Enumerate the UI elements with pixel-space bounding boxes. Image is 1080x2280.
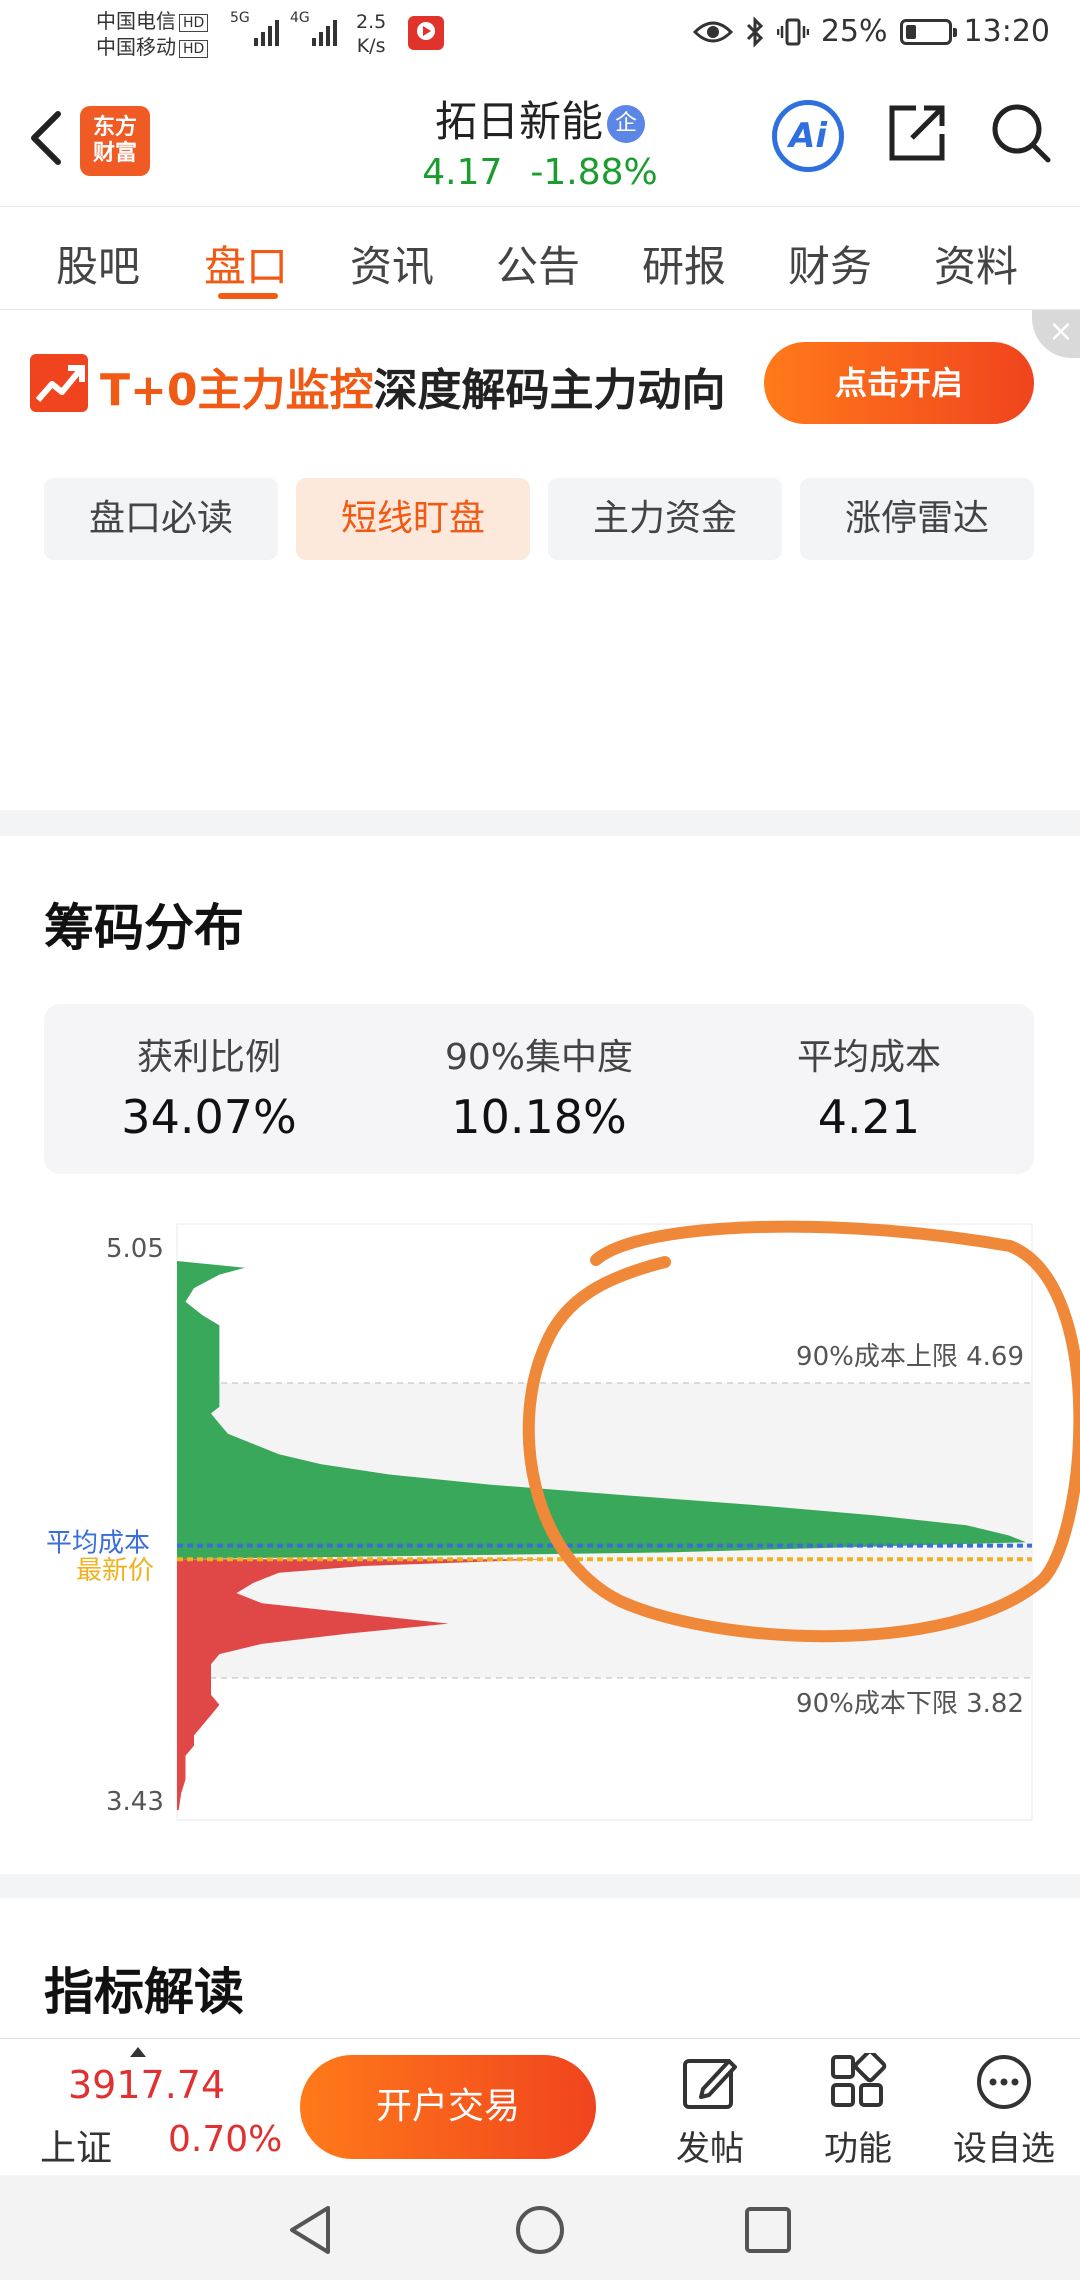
share-icon bbox=[889, 105, 945, 161]
edit-icon bbox=[683, 2059, 737, 2109]
stat-label: 平均成本 bbox=[796, 1037, 941, 1078]
section-title: 筹码分布 bbox=[44, 899, 244, 957]
tab-pankou[interactable]: 盘口 bbox=[204, 233, 288, 294]
index-change-pct[interactable]: 0.70% bbox=[168, 2119, 282, 2160]
active-tab-indicator bbox=[218, 293, 278, 299]
search-icon bbox=[992, 104, 1051, 163]
post-label: 发帖 bbox=[676, 2129, 744, 2169]
stats-card: 获利比例 34.07% 90%集中度 10.18% 平均成本 4.21 bbox=[44, 1004, 1034, 1174]
apps-icon bbox=[831, 2053, 887, 2107]
nav-back-icon[interactable] bbox=[286, 2204, 336, 2256]
clock: 13:20 bbox=[963, 14, 1050, 49]
carrier-2: 中国移动 bbox=[96, 35, 176, 59]
banner-highlight: T+0主力监控 bbox=[100, 365, 374, 416]
net-type-1: 5G bbox=[230, 10, 250, 26]
expand-up-icon[interactable] bbox=[130, 2047, 146, 2057]
network-speed: 2.5 K/s bbox=[356, 10, 386, 58]
chip-main-funds[interactable]: 主力资金 bbox=[548, 478, 782, 560]
indicator-section: 指标解读 bbox=[0, 1898, 1080, 2038]
carrier-1: 中国电信 bbox=[96, 9, 176, 33]
enterprise-badge: 企 bbox=[607, 105, 645, 143]
stat-average-cost: 平均成本 4.21 bbox=[704, 1028, 1034, 1144]
status-right: 25% 13:20 bbox=[692, 14, 1050, 49]
index-name[interactable]: 上证 bbox=[40, 2119, 112, 2171]
net-type-2: 4G bbox=[290, 10, 310, 26]
stock-price: 4.17 bbox=[422, 152, 503, 193]
functions-button[interactable]: 功能 bbox=[798, 2053, 918, 2170]
speed-value: 2.5 bbox=[356, 11, 387, 33]
chip-chart[interactable]: 5.05 3.43 90%成本上限 4.69 90%成本下限 3.82 平均成本 最新价 bbox=[0, 1216, 1080, 1856]
index-value[interactable]: 3917.74 bbox=[68, 2063, 225, 2107]
stat-value: 34.07% bbox=[121, 1090, 297, 1144]
carrier-info: 中国电信 HD 中国移动 HD bbox=[96, 8, 209, 60]
add-watchlist-button[interactable]: 设自选 bbox=[944, 2053, 1064, 2170]
nav-home-icon[interactable] bbox=[514, 2204, 566, 2256]
stat-value: 10.18% bbox=[451, 1090, 627, 1144]
eye-icon bbox=[692, 21, 733, 42]
section-title: 指标解读 bbox=[44, 1963, 244, 2021]
stat-label: 90%集中度 bbox=[444, 1037, 634, 1078]
chip-chart-svg: 5.05 3.43 90%成本上限 4.69 90%成本下限 3.82 平均成本最新价 bbox=[46, 1220, 1080, 1821]
signal-icon bbox=[254, 14, 279, 46]
stock-name: 拓日新能 bbox=[434, 97, 603, 146]
stat-label: 获利比例 bbox=[136, 1037, 281, 1078]
stock-header: 东方 财富 拓日新能企 4.17 -1.88% Ai bbox=[0, 72, 1080, 207]
tab-research[interactable]: 研报 bbox=[642, 233, 726, 294]
chip-distribution-section: 筹码分布 获利比例 34.07% 90%集中度 10.18% 平均成本 4.21… bbox=[0, 836, 1080, 1874]
y-tick-bottom: 3.43 bbox=[106, 1787, 164, 1817]
vibrate-icon bbox=[776, 18, 809, 45]
chip-limit-up-radar[interactable]: 涨停雷达 bbox=[800, 478, 1034, 560]
more-circle-icon bbox=[977, 2055, 1031, 2109]
promo-banner[interactable]: T+0主力监控深度解码主力动向 点击开启 × bbox=[0, 310, 1080, 460]
banner-subtext: 深度解码主力动向 bbox=[373, 365, 726, 416]
bluetooth-icon bbox=[746, 15, 763, 48]
tab-guba[interactable]: 股吧 bbox=[56, 233, 140, 294]
system-nav-bar bbox=[0, 2176, 1080, 2280]
average-cost-label: 平均成本 bbox=[46, 1529, 150, 1559]
y-tick-top: 5.05 bbox=[106, 1234, 164, 1264]
tab-announcements[interactable]: 公告 bbox=[496, 233, 580, 294]
stat-value: 4.21 bbox=[817, 1090, 921, 1144]
hd-badge: HD bbox=[179, 14, 209, 32]
ai-button[interactable]: Ai bbox=[772, 100, 844, 172]
lower-90-label: 90%成本下限 3.82 bbox=[796, 1689, 1024, 1719]
trend-icon bbox=[30, 354, 88, 412]
post-button[interactable]: 发帖 bbox=[650, 2053, 770, 2170]
stat-concentration: 90%集中度 10.18% bbox=[374, 1028, 704, 1144]
battery-icon bbox=[899, 18, 957, 45]
enable-button[interactable]: 点击开启 bbox=[764, 342, 1034, 424]
battery-percent: 25% bbox=[820, 14, 888, 49]
watchlist-label: 设自选 bbox=[953, 2129, 1055, 2169]
bottom-bar: 3917.74 上证 0.70% 开户交易 发帖 功能 设自选 bbox=[0, 2038, 1080, 2175]
stat-profit-ratio: 获利比例 34.07% bbox=[44, 1028, 374, 1144]
share-button[interactable] bbox=[886, 102, 948, 164]
stock-change-pct: -1.88% bbox=[530, 152, 658, 193]
open-account-button[interactable]: 开户交易 bbox=[300, 2055, 596, 2159]
signal-icon bbox=[312, 14, 337, 46]
chip-must-read[interactable]: 盘口必读 bbox=[44, 478, 278, 560]
status-bar: 中国电信 HD 中国移动 HD 5G 4G 2.5 K/s 25% 13:20 bbox=[0, 0, 1080, 72]
nav-recents-icon[interactable] bbox=[744, 2206, 792, 2254]
quick-filter-chips: 盘口必读 短线盯盘 主力资金 涨停雷达 bbox=[0, 460, 1080, 810]
search-button[interactable] bbox=[990, 102, 1052, 164]
latest-price-label: 最新价 bbox=[76, 1556, 154, 1586]
upper-90-label: 90%成本上限 4.69 bbox=[796, 1342, 1024, 1372]
tab-profile[interactable]: 资料 bbox=[934, 233, 1018, 294]
chip-short-term[interactable]: 短线盯盘 bbox=[296, 478, 530, 560]
tab-news[interactable]: 资讯 bbox=[350, 233, 434, 294]
functions-label: 功能 bbox=[824, 2129, 892, 2169]
tab-bar: 股吧 盘口 资讯 公告 研报 财务 资料 bbox=[0, 207, 1080, 310]
banner-text: T+0主力监控深度解码主力动向 bbox=[100, 354, 726, 418]
close-banner-button[interactable]: × bbox=[1032, 310, 1080, 358]
app-notification-icon bbox=[408, 16, 444, 50]
tab-finance[interactable]: 财务 bbox=[788, 233, 872, 294]
hd-badge: HD bbox=[179, 40, 209, 58]
speed-unit: K/s bbox=[356, 35, 386, 57]
